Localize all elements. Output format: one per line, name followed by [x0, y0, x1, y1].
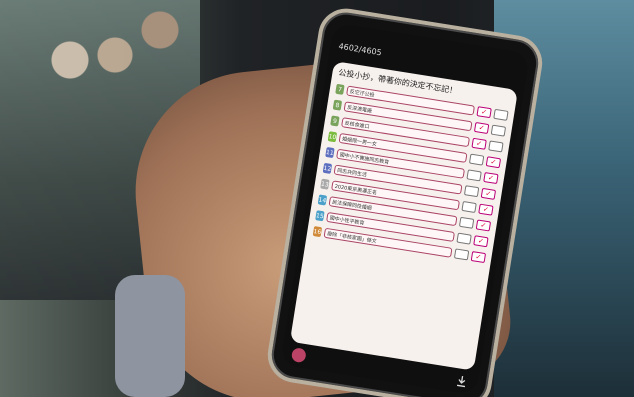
referendum-list: 7 反空汙公投 ✓ 8 反深澳電廠 ✓ 9 反核食進口 ✓ 10 婚姻限一男一女 ✓ 11 國中小不實施同… [312, 82, 509, 265]
watch-strap [115, 275, 185, 397]
download-icon[interactable] [455, 374, 469, 388]
referendum-number: 15 [315, 210, 325, 222]
disagree-checkbox[interactable]: ✓ [483, 172, 499, 185]
referendum-number: 16 [312, 226, 323, 238]
agree-checkbox[interactable] [461, 200, 477, 214]
disagree-checkbox[interactable]: ✓ [473, 235, 489, 248]
disagree-checkbox[interactable] [493, 108, 509, 121]
agree-checkbox[interactable] [458, 216, 475, 229]
referendum-number: 7 [335, 83, 345, 95]
agree-checkbox[interactable] [453, 248, 470, 261]
agree-checkbox[interactable] [456, 232, 472, 245]
disagree-checkbox[interactable]: ✓ [485, 156, 502, 169]
disagree-checkbox[interactable] [488, 140, 504, 153]
agree-checkbox[interactable]: ✓ [473, 121, 490, 135]
agree-checkbox[interactable] [463, 185, 480, 198]
referendum-cheatsheet: 公投小抄，帶著你的決定不忘記！ 7 反空汙公投 ✓ 8 反深澳電廠 ✓ 9 反核食進口 ✓ 10 婚… [289, 61, 518, 371]
agree-checkbox[interactable] [468, 153, 485, 166]
avatar-icon[interactable] [290, 347, 307, 364]
disagree-checkbox[interactable]: ✓ [478, 203, 494, 216]
referendum-number: 8 [332, 99, 343, 111]
agree-checkbox[interactable] [466, 169, 482, 182]
agree-checkbox[interactable]: ✓ [471, 137, 487, 150]
referendum-number: 11 [325, 146, 335, 159]
photo-scene: 4602/4605 公投小抄，帶著你的決定不忘記！ 7 反空汙公投 ✓ 8 反深澳電廠 ✓… [0, 0, 634, 397]
agree-checkbox[interactable]: ✓ [476, 106, 492, 119]
referendum-number: 13 [320, 178, 330, 190]
phone-screen: 4602/4605 公投小抄，帶著你的決定不忘記！ 7 反空汙公投 ✓ 8 反深澳電廠 ✓… [280, 22, 530, 396]
referendum-number: 10 [327, 131, 338, 143]
disagree-checkbox[interactable]: ✓ [470, 251, 487, 264]
disagree-checkbox[interactable]: ✓ [480, 187, 497, 200]
disagree-checkbox[interactable]: ✓ [475, 219, 492, 232]
referendum-number: 9 [330, 115, 340, 127]
disagree-checkbox[interactable] [490, 124, 507, 137]
referendum-number: 12 [322, 162, 333, 174]
referendum-number: 14 [317, 194, 328, 206]
